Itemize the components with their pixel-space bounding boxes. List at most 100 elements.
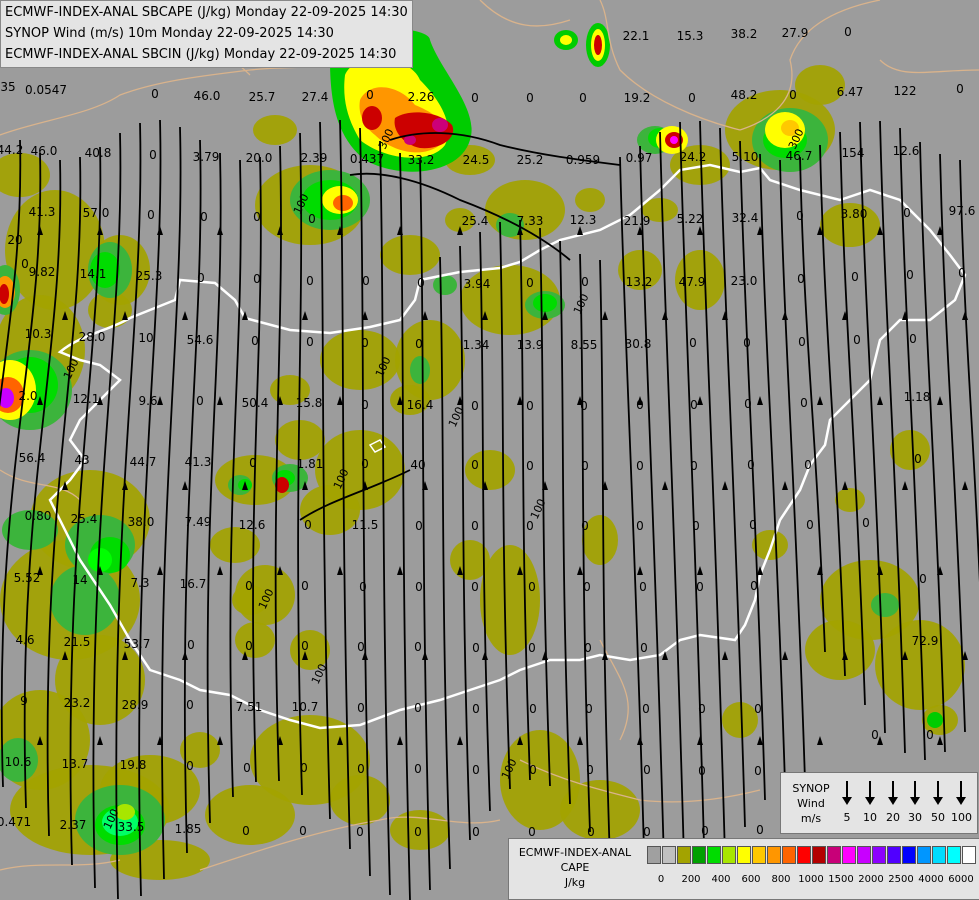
wind-legend-item: 10: [860, 779, 880, 829]
grid-value: 0: [356, 825, 364, 839]
grid-value: 122: [893, 84, 917, 98]
wind-arrowhead: [877, 396, 883, 405]
grid-value: 0: [585, 702, 593, 716]
grid-value: 1.81: [296, 457, 324, 471]
grid-value: 0: [471, 580, 479, 594]
wind-arrowhead: [757, 736, 763, 745]
wind-barb-icon: [888, 781, 898, 805]
grid-value: 0: [242, 824, 250, 838]
wind-arrowhead: [962, 311, 968, 320]
grid-value: 0: [804, 458, 812, 472]
cape-area-low: [752, 530, 788, 560]
grid-value: 0: [844, 25, 852, 39]
grid-value: 0: [149, 148, 157, 162]
grid-value: 46.0: [193, 89, 221, 103]
cape-legend-tick: 1000: [798, 874, 824, 885]
grid-value: 3.80: [840, 207, 868, 221]
grid-value: 10.6: [4, 755, 32, 769]
grid-value: 0: [361, 457, 369, 471]
wind-legend-item: 30: [905, 779, 925, 829]
country-outline: [879, 59, 979, 74]
wind-streamline: [959, 159, 979, 581]
grid-value: 0: [251, 334, 259, 348]
grid-value: 0: [253, 210, 261, 224]
cape-legend-swatch: [842, 846, 856, 864]
grid-value: 20: [7, 233, 23, 247]
grid-value: 38.2: [730, 27, 758, 41]
grid-value: 0: [357, 640, 365, 654]
grid-value: 0: [689, 336, 697, 350]
cape-area-low: [235, 622, 275, 658]
grid-value: 0: [581, 519, 589, 533]
cape-legend-tick: 400: [711, 874, 731, 885]
wind-legend-title: SYNOP Wind m/s: [785, 781, 837, 826]
wind-arrowhead: [937, 736, 943, 745]
grid-value: 0: [690, 398, 698, 412]
grid-value: 44.7: [129, 455, 157, 469]
wind-arrowhead: [157, 396, 163, 405]
cin-contour-label: 100: [528, 497, 549, 522]
wind-arrowhead: [637, 736, 643, 745]
header-line-wind: SYNOP Wind (m/s) 10m Monday 22-09-2025 1…: [5, 26, 334, 41]
cape-legend-tick: 600: [741, 874, 761, 885]
grid-value: 14: [72, 573, 88, 587]
grid-value: 0.437: [349, 152, 385, 166]
grid-value: 19.8: [119, 758, 147, 772]
grid-value: 0: [253, 272, 261, 286]
grid-value: 0: [958, 266, 966, 280]
cape-area-low: [485, 180, 565, 240]
wind-streamline: [699, 120, 726, 858]
wind-legend-label: 50: [931, 811, 945, 824]
grid-value: 0: [744, 397, 752, 411]
grid-value: 0: [186, 759, 194, 773]
grid-value: 2.39: [300, 151, 328, 165]
grid-value: 0: [914, 452, 922, 466]
header-line-cape: ECMWF-INDEX-ANAL SBCAPE (J/kg) Monday 22…: [5, 5, 408, 20]
grid-value: 40: [410, 458, 426, 472]
grid-value: 53.7: [123, 637, 151, 651]
country-outline: [0, 859, 121, 871]
grid-value: 4.6: [15, 633, 35, 647]
wind-barb-icon: [910, 781, 920, 805]
cape-area-high: [333, 195, 353, 211]
wind-arrowhead: [697, 736, 703, 745]
grid-value: 0: [749, 518, 757, 532]
grid-value: 2.37: [59, 818, 87, 832]
grid-value: 0: [587, 825, 595, 839]
grid-value: 0: [584, 641, 592, 655]
grid-value: 0: [698, 764, 706, 778]
cape-legend-tick: 2500: [888, 874, 914, 885]
wind-legend: SYNOP Wind m/s 5 10 20 30 50 100: [780, 772, 978, 834]
wind-arrowhead: [817, 736, 823, 745]
grid-value: 0: [756, 823, 764, 837]
grid-value: 25.4: [70, 512, 98, 526]
wind-arrowhead: [697, 396, 703, 405]
grid-value: 0: [471, 519, 479, 533]
grid-value: 0: [362, 274, 370, 288]
grid-value: 0: [526, 276, 534, 290]
weather-map: 100 100 100 100 100 100 100 100 100 100 100 300 300 …: [0, 0, 979, 900]
wind-arrowhead: [722, 651, 728, 660]
cape-area-low: [290, 630, 330, 670]
wind-streamline: [659, 131, 686, 898]
wind-arrowhead: [662, 481, 668, 490]
wind-arrowhead: [577, 566, 583, 575]
cape-legend-swatch: [812, 846, 826, 864]
grid-value: 0: [245, 579, 253, 593]
grid-value: 0.0547: [25, 83, 67, 97]
grid-value: 0: [147, 208, 155, 222]
grid-value: 0: [956, 82, 964, 96]
cape-area-mid: [871, 593, 899, 617]
cape-legend-swatch: [677, 846, 691, 864]
grid-value: 0: [642, 702, 650, 716]
grid-value: 7.33: [516, 214, 544, 228]
cape-legend-swatch: [917, 846, 931, 864]
wind-barb-icon: [842, 781, 852, 805]
wind-arrowhead: [937, 396, 943, 405]
wind-arrowhead: [782, 311, 788, 320]
wind-arrowhead: [217, 736, 223, 745]
grid-value: 21.5: [63, 635, 91, 649]
grid-value: 21.9: [623, 214, 651, 228]
cape-area-high: [432, 118, 448, 132]
grid-value: 0: [636, 519, 644, 533]
